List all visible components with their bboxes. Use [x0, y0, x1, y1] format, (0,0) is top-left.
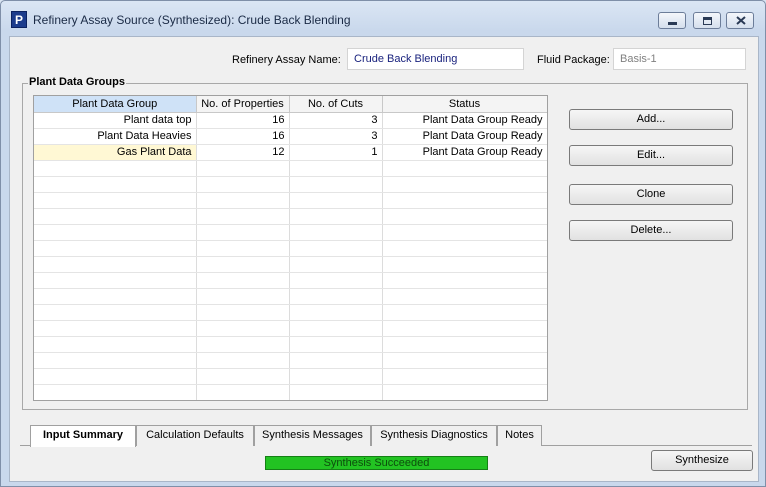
restore-icon [703, 17, 712, 25]
empty-row [34, 240, 547, 257]
empty-row [34, 272, 547, 289]
group-name-cell[interactable]: Gas Plant Data [34, 144, 197, 161]
properties-cell[interactable]: 12 [196, 144, 290, 161]
tab-input-summary[interactable]: Input Summary [30, 425, 136, 447]
clone-button[interactable]: Clone [569, 184, 733, 205]
edit-button[interactable]: Edit... [569, 145, 733, 166]
tab-strip: Input Summary Calculation Defaults Synth… [20, 425, 756, 447]
table-row[interactable]: Plant Data Heavies 16 3 Plant Data Group… [34, 128, 547, 145]
empty-row [34, 352, 547, 369]
synthesize-button[interactable]: Synthesize [651, 450, 753, 471]
title-bar[interactable]: P Refinery Assay Source (Synthesized): C… [1, 1, 765, 31]
fluid-package-label: Fluid Package: [537, 54, 610, 66]
plant-data-groups-title: Plant Data Groups [28, 76, 126, 88]
empty-row [34, 208, 547, 225]
column-header-group[interactable]: Plant Data Group [34, 96, 197, 113]
empty-row [34, 384, 547, 400]
cuts-cell[interactable]: 3 [289, 128, 383, 145]
tab-synthesis-messages[interactable]: Synthesis Messages [254, 425, 371, 446]
tab-calculation-defaults[interactable]: Calculation Defaults [136, 425, 254, 446]
close-icon [736, 16, 746, 25]
table-row[interactable]: Gas Plant Data 12 1 Plant Data Group Rea… [34, 144, 547, 161]
empty-row [34, 256, 547, 273]
delete-button[interactable]: Delete... [569, 220, 733, 241]
empty-row [34, 224, 547, 241]
close-button[interactable] [726, 12, 754, 29]
empty-row [34, 176, 547, 193]
empty-row [34, 368, 547, 385]
empty-row [34, 160, 547, 177]
column-header-cuts[interactable]: No. of Cuts [289, 96, 383, 113]
app-icon: P [11, 11, 27, 28]
empty-row [34, 336, 547, 353]
window-title: Refinery Assay Source (Synthesized): Cru… [33, 13, 351, 27]
plant-data-table: Plant Data Group No. of Properties No. o… [34, 96, 547, 401]
table-row[interactable]: Plant data top 16 3 Plant Data Group Rea… [34, 112, 547, 129]
empty-row [34, 192, 547, 209]
properties-cell[interactable]: 16 [196, 112, 290, 129]
maximize-button[interactable] [693, 12, 721, 29]
add-button[interactable]: Add... [569, 109, 733, 130]
empty-row [34, 288, 547, 305]
column-header-status[interactable]: Status [382, 96, 547, 113]
group-name-cell[interactable]: Plant Data Heavies [34, 128, 197, 145]
dialog-window: P Refinery Assay Source (Synthesized): C… [0, 0, 766, 487]
assay-name-label: Refinery Assay Name: [232, 54, 341, 66]
cuts-cell[interactable]: 3 [289, 112, 383, 129]
status-cell[interactable]: Plant Data Group Ready [382, 144, 547, 161]
empty-row [34, 304, 547, 321]
status-cell[interactable]: Plant Data Group Ready [382, 112, 547, 129]
minimize-icon [668, 22, 677, 25]
fluid-package-field[interactable]: Basis-1 [613, 48, 746, 70]
tab-notes[interactable]: Notes [497, 425, 542, 446]
empty-row [34, 400, 547, 401]
minimize-button[interactable] [658, 12, 686, 29]
status-cell[interactable]: Plant Data Group Ready [382, 128, 547, 145]
properties-cell[interactable]: 16 [196, 128, 290, 145]
plant-data-grid[interactable]: Plant Data Group No. of Properties No. o… [33, 95, 548, 401]
cuts-cell[interactable]: 1 [289, 144, 383, 161]
column-header-properties[interactable]: No. of Properties [196, 96, 290, 113]
assay-name-field[interactable]: Crude Back Blending [347, 48, 524, 70]
tab-synthesis-diagnostics[interactable]: Synthesis Diagnostics [371, 425, 497, 446]
synthesis-status-bar: Synthesis Succeeded [265, 456, 488, 470]
dialog-body: Refinery Assay Name: Crude Back Blending… [9, 36, 759, 482]
empty-row [34, 320, 547, 337]
group-name-cell[interactable]: Plant data top [34, 112, 197, 129]
